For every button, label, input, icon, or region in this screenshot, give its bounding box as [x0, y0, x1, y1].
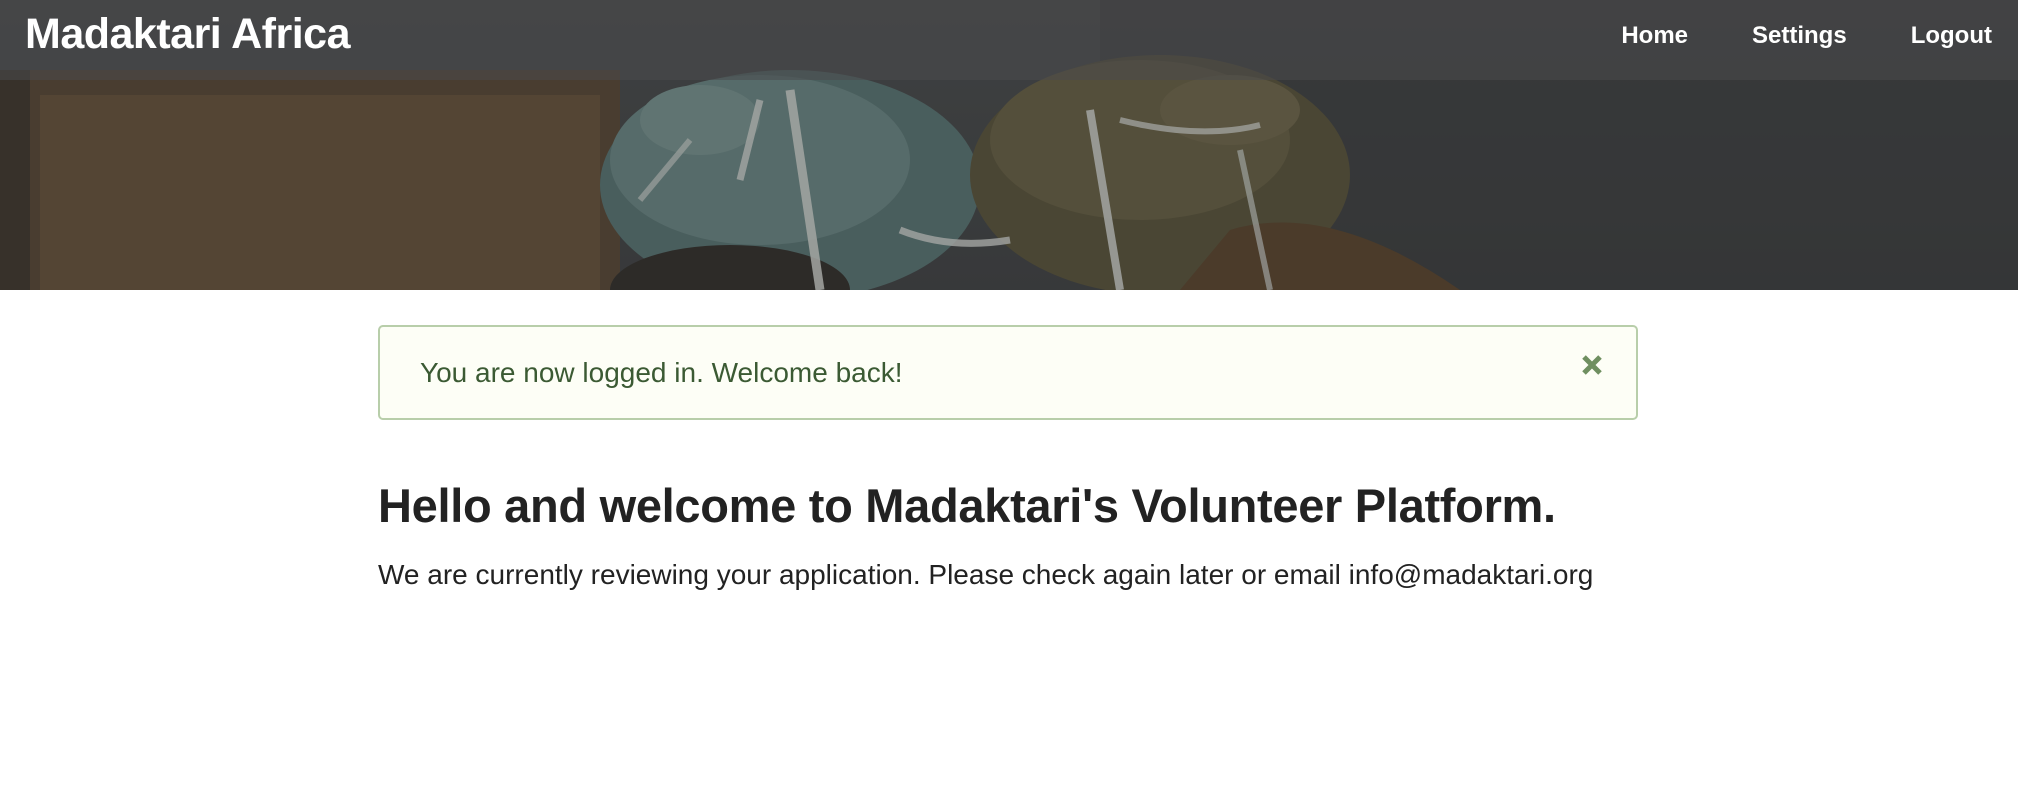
application-status-text: We are currently reviewing your applicat… [378, 559, 1594, 590]
nav-logout-link[interactable]: Logout [1911, 22, 1992, 50]
page-title: Hello and welcome to Madaktari's Volunte… [378, 479, 1556, 532]
nav-settings-link[interactable]: Settings [1752, 22, 1847, 50]
alert-message: You are now logged in. Welcome back! [420, 356, 903, 388]
page: Madaktari Africa Home Settings Logout Yo… [0, 0, 2018, 798]
main-nav: Home Settings Logout [1621, 22, 1992, 50]
main-content: You are now logged in. Welcome back! Hel… [378, 325, 1638, 591]
success-alert: You are now logged in. Welcome back! [378, 325, 1638, 420]
brand-logo-link[interactable]: Madaktari Africa [25, 10, 350, 59]
hero-header: Madaktari Africa Home Settings Logout [0, 0, 2018, 290]
nav-home-link[interactable]: Home [1621, 22, 1688, 50]
close-icon[interactable] [1578, 351, 1606, 379]
